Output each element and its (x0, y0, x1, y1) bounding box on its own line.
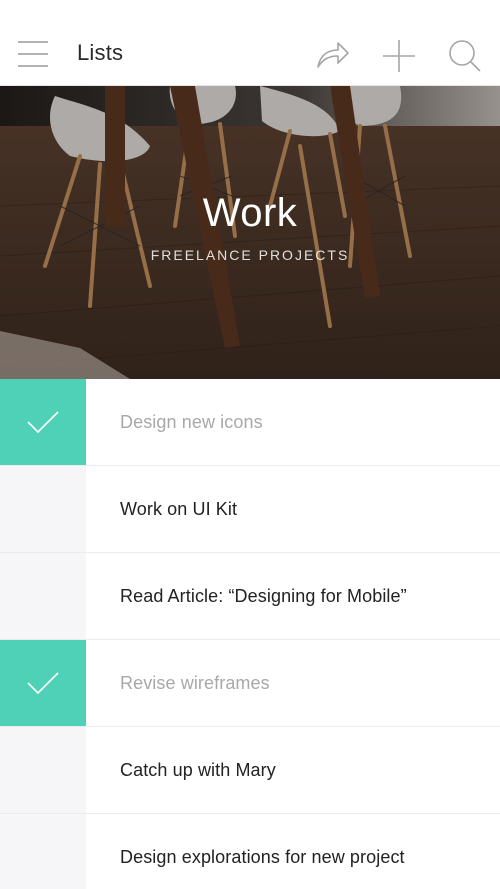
checkmark-icon (27, 411, 59, 434)
plus-icon[interactable] (380, 37, 418, 75)
task-checkbox[interactable] (0, 553, 86, 639)
list-title: Work (202, 191, 298, 235)
task-checkbox[interactable] (0, 727, 86, 813)
share-arrow-icon[interactable] (313, 37, 351, 73)
task-row[interactable]: Revise wireframes (0, 640, 500, 727)
task-checkbox[interactable] (0, 814, 86, 889)
checkmark-icon (27, 672, 59, 695)
page-title: Lists (77, 40, 124, 65)
task-row[interactable]: Design explorations for new project (0, 814, 500, 889)
task-row[interactable]: Catch up with Mary (0, 727, 500, 814)
hamburger-menu-icon[interactable] (14, 36, 52, 72)
task-checkbox[interactable] (0, 640, 86, 726)
task-label: Catch up with Mary (120, 759, 276, 780)
list-cover-banner: Work FREELANCE PROJECTS (0, 86, 500, 379)
task-row[interactable]: Read Article: “Designing for Mobile” (0, 553, 500, 640)
search-icon[interactable] (446, 37, 484, 75)
task-label: Read Article: “Designing for Mobile” (120, 585, 407, 606)
task-label: Work on UI Kit (120, 498, 238, 519)
task-checkbox[interactable] (0, 466, 86, 552)
task-label: Revise wireframes (120, 672, 270, 693)
task-label: Design new icons (120, 411, 263, 432)
task-row[interactable]: Work on UI Kit (0, 466, 500, 553)
top-bar: Lists (0, 0, 500, 86)
task-checkbox[interactable] (0, 379, 86, 465)
app-screen: Lists Work FREELANCE PROJECTS Design new… (0, 0, 500, 889)
task-label: Design explorations for new project (120, 846, 405, 867)
task-row[interactable]: Design new icons (0, 379, 500, 466)
task-list: Design new icons Work on UI Kit Read Art… (0, 379, 500, 889)
list-subtitle: FREELANCE PROJECTS (150, 247, 350, 263)
